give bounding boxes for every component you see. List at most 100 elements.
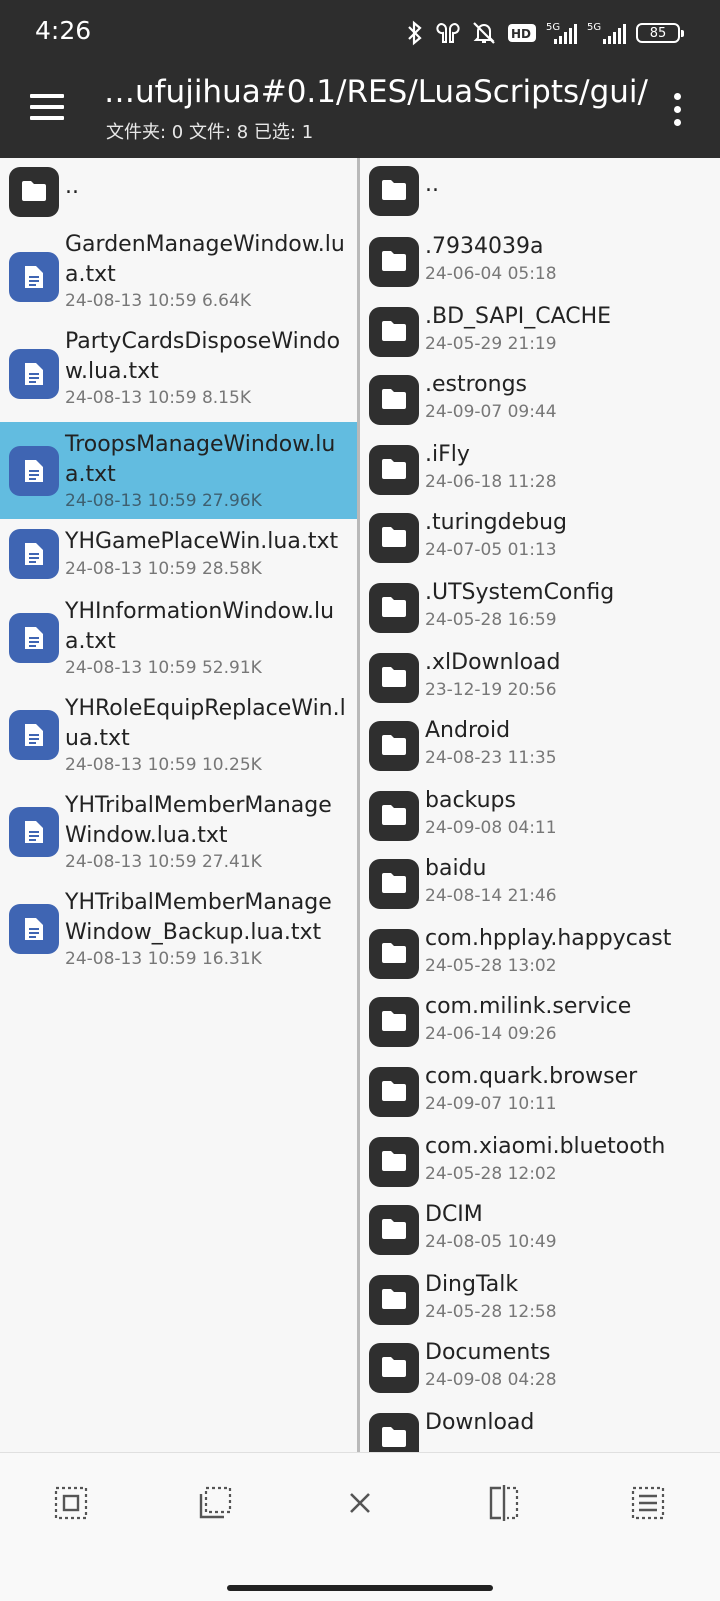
home-indicator[interactable] — [227, 1585, 493, 1591]
current-path: …ufujihua#0.1/RES/LuaScripts/gui/ — [104, 74, 648, 110]
folder-row[interactable]: .turingdebug 24-07-05 01:13 — [362, 504, 720, 574]
battery-level: 85 — [649, 25, 667, 41]
folder-row[interactable]: com.hpplay.happycast 24-05-28 13:02 — [362, 920, 720, 988]
left-file-pane[interactable]: .. GardenManageWindow.lua.txt 24-08-13 1… — [0, 158, 360, 1452]
status-icons: HD 5G 5G 85 — [404, 18, 684, 48]
file-name: .. — [65, 174, 79, 199]
folder-date: 23-12-19 20:56 — [425, 680, 557, 700]
document-icon — [9, 446, 59, 496]
document-icon — [9, 252, 59, 302]
right-file-pane[interactable]: .. .7934039a 24-06-04 05:18 .BD_SAPI_CAC… — [362, 158, 720, 1452]
signal-2-icon: 5G — [587, 22, 626, 44]
svg-text:5G: 5G — [587, 22, 601, 33]
folder-icon — [369, 1205, 419, 1255]
folder-icon — [369, 929, 419, 979]
svg-text:5G: 5G — [546, 22, 560, 33]
folder-row[interactable]: .BD_SAPI_CACHE 24-05-29 21:19 — [362, 298, 720, 366]
file-meta: 24-08-13 10:59 16.31K — [65, 949, 262, 969]
folder-icon — [369, 375, 419, 425]
close-icon[interactable] — [338, 1481, 382, 1525]
folder-icon — [369, 1067, 419, 1117]
folder-date: 24-05-28 13:02 — [425, 956, 557, 976]
select-all-icon[interactable] — [49, 1481, 93, 1525]
folder-date: 24-09-07 09:44 — [425, 402, 557, 422]
file-row-selected[interactable]: TroopsManageWindow.lua.txt 24-08-13 10:5… — [0, 422, 357, 519]
folder-date: 24-08-23 11:35 — [425, 748, 557, 768]
folder-icon — [9, 167, 59, 217]
folder-row[interactable]: .iFly 24-06-18 11:28 — [362, 436, 720, 504]
svg-text:HD: HD — [511, 27, 531, 41]
parent-folder-row[interactable]: .. — [0, 158, 357, 228]
status-bar: 4:26 HD 5G 5G 85 — [0, 0, 720, 64]
folder-row[interactable]: com.xiaomi.bluetooth 24-05-28 12:02 — [362, 1128, 720, 1196]
battery-icon: 85 — [636, 23, 684, 43]
file-meta: 24-08-13 10:59 8.15K — [65, 388, 251, 408]
folder-name: .7934039a — [425, 234, 544, 259]
folder-name: .UTSystemConfig — [425, 580, 615, 605]
folder-row[interactable]: .estrongs 24-09-07 09:44 — [362, 366, 720, 436]
file-row[interactable]: PartyCardsDisposeWindow.lua.txt 24-08-13… — [0, 325, 357, 422]
folder-row[interactable]: DCIM 24-08-05 10:49 — [362, 1196, 720, 1266]
folder-name: DingTalk — [425, 1272, 519, 1297]
folder-date: 24-05-28 16:59 — [425, 610, 557, 630]
file-meta: 24-08-13 10:59 10.25K — [65, 755, 262, 775]
folder-date: 24-07-05 01:13 — [425, 540, 557, 560]
file-row[interactable]: YHRoleEquipReplaceWin.lua.txt 24-08-13 1… — [0, 686, 357, 783]
mute-notification-icon — [473, 22, 495, 44]
folder-row[interactable]: Documents 24-09-08 04:28 — [362, 1334, 720, 1404]
app-header: 4:26 HD 5G 5G 85 …ufujihua#0.1/RES/LuaSc… — [0, 0, 720, 158]
document-icon — [9, 529, 59, 579]
document-icon — [9, 710, 59, 760]
folder-date: 24-08-14 21:46 — [425, 886, 557, 906]
folder-date: 24-06-18 11:28 — [425, 472, 557, 492]
folder-row[interactable]: backups 24-09-08 04:11 — [362, 782, 720, 850]
folder-icon — [369, 997, 419, 1047]
folder-name: .BD_SAPI_CACHE — [425, 304, 612, 329]
file-row[interactable]: YHTribalMemberManageWindow.lua.txt 24-08… — [0, 783, 357, 880]
file-row[interactable]: YHTribalMemberManageWindow_Backup.lua.tx… — [0, 880, 357, 977]
folder-row[interactable]: Android 24-08-23 11:35 — [362, 712, 720, 782]
folder-date: 24-06-04 05:18 — [425, 264, 557, 284]
folder-row[interactable]: Download — [362, 1404, 720, 1452]
folder-row[interactable]: .xlDownload 23-12-19 20:56 — [362, 644, 720, 712]
status-time: 4:26 — [35, 16, 92, 45]
folder-row[interactable]: com.quark.browser 24-09-07 10:11 — [362, 1058, 720, 1128]
folder-name: com.milink.service — [425, 994, 632, 1019]
split-view-icon[interactable] — [482, 1481, 526, 1525]
folder-name: .iFly — [425, 442, 470, 467]
parent-folder-row[interactable]: .. — [362, 158, 720, 228]
folder-row[interactable]: .7934039a 24-06-04 05:18 — [362, 228, 720, 298]
more-options-icon[interactable] — [668, 93, 688, 127]
folder-date: 24-09-08 04:28 — [425, 1370, 557, 1390]
file-name: PartyCardsDisposeWindow.lua.txt — [65, 329, 341, 384]
file-row[interactable]: YHGamePlaceWin.lua.txt 24-08-13 10:59 28… — [0, 519, 357, 589]
signal-1-icon: 5G — [546, 22, 577, 44]
document-icon — [9, 613, 59, 663]
folder-icon — [369, 859, 419, 909]
folder-name: com.hpplay.happycast — [425, 926, 672, 951]
file-name: YHGamePlaceWin.lua.txt — [65, 529, 339, 554]
menu-icon[interactable] — [30, 94, 66, 120]
folder-icon — [369, 1275, 419, 1325]
folder-icon — [369, 237, 419, 287]
folder-name: .turingdebug — [425, 510, 568, 535]
folder-icon — [369, 166, 419, 216]
file-meta: 24-08-13 10:59 28.58K — [65, 559, 262, 579]
folder-row[interactable]: .UTSystemConfig 24-05-28 16:59 — [362, 574, 720, 644]
selection-summary: 文件夹: 0 文件: 8 已选: 1 — [106, 122, 314, 143]
file-name: GardenManageWindow.lua.txt — [65, 232, 345, 287]
folder-icon — [369, 513, 419, 563]
folder-row[interactable]: DingTalk 24-05-28 12:58 — [362, 1266, 720, 1334]
bluetooth-icon — [408, 20, 422, 46]
folder-row[interactable]: com.milink.service 24-06-14 09:26 — [362, 988, 720, 1058]
file-row[interactable]: GardenManageWindow.lua.txt 24-08-13 10:5… — [0, 228, 357, 325]
folder-row[interactable]: baidu 24-08-14 21:46 — [362, 850, 720, 920]
folder-name: DCIM — [425, 1202, 483, 1227]
file-name: TroopsManageWindow.lua.txt — [65, 432, 336, 487]
folder-icon — [369, 307, 419, 357]
folder-icon — [369, 653, 419, 703]
file-row[interactable]: YHInformationWindow.lua.txt 24-08-13 10:… — [0, 589, 357, 686]
select-range-icon[interactable] — [193, 1481, 237, 1525]
list-view-icon[interactable] — [626, 1481, 670, 1525]
bottom-toolbar — [0, 1452, 720, 1601]
